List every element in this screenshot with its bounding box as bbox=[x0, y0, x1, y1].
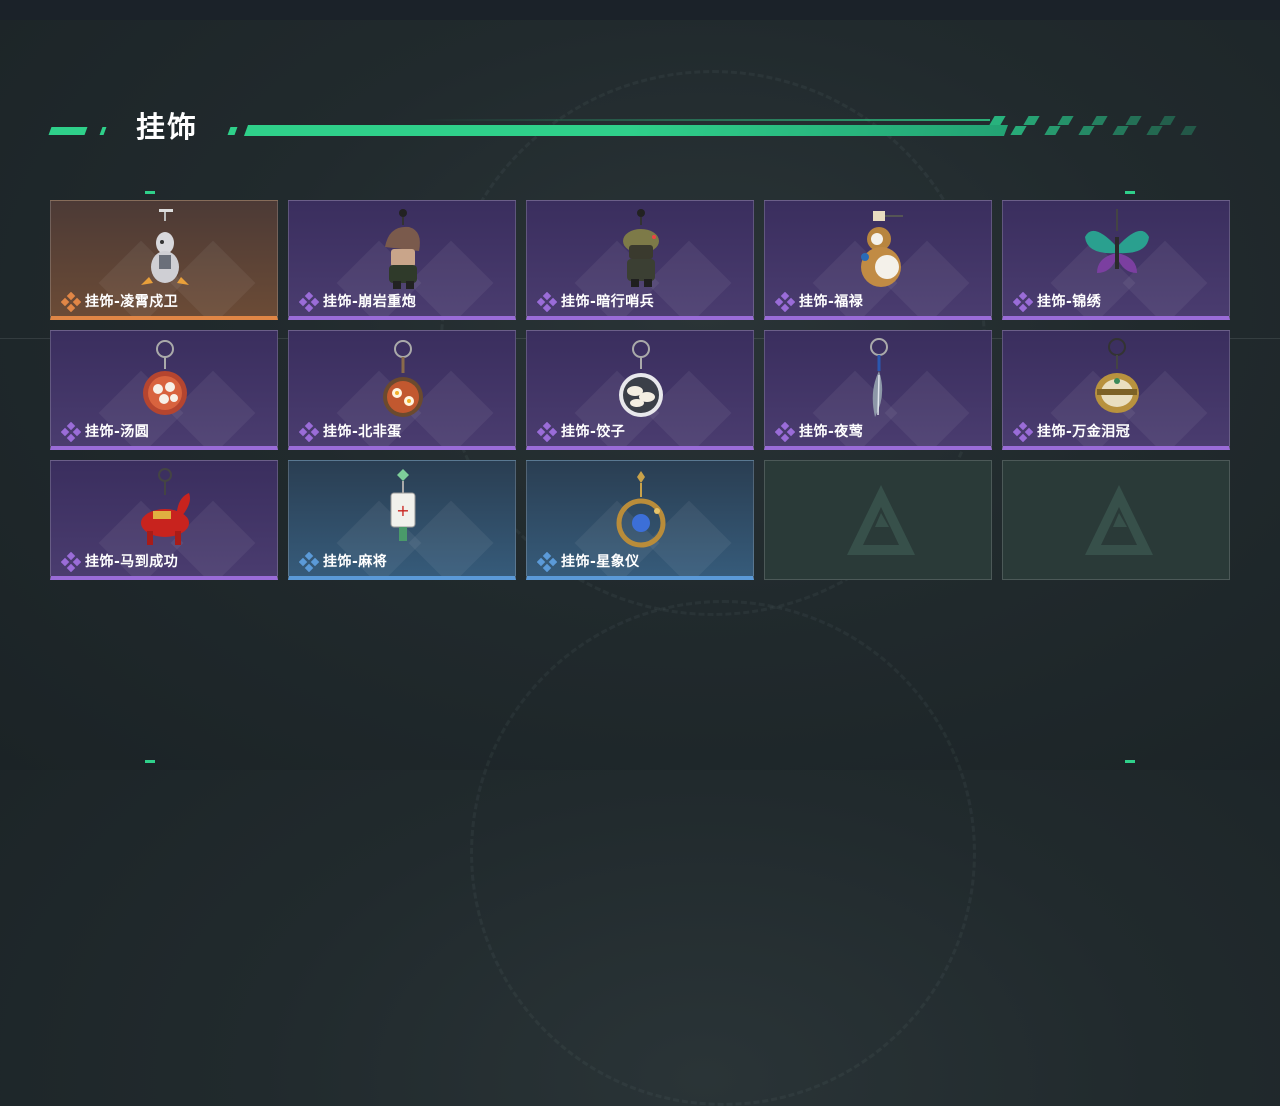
item-card[interactable]: 挂饰-暗行哨兵 bbox=[526, 200, 754, 320]
rarity-purple-icon bbox=[60, 421, 82, 443]
camo-sentry-charm-icon bbox=[591, 207, 691, 293]
gourd-charm-icon bbox=[829, 207, 929, 293]
item-card[interactable]: 挂饰-锦绣 bbox=[1002, 200, 1230, 320]
card-footer: 挂饰-凌霄戍卫 bbox=[60, 291, 179, 313]
header-checker-pattern bbox=[989, 116, 1202, 135]
corner-mark-tl bbox=[145, 191, 155, 194]
section-title: 挂饰 bbox=[136, 110, 199, 144]
card-footer: 挂饰-夜莺 bbox=[774, 421, 864, 443]
background-ring-lower bbox=[470, 600, 976, 1106]
item-name: 挂饰-福禄 bbox=[799, 294, 864, 310]
card-footer: 挂饰-万金泪冠 bbox=[1012, 421, 1131, 443]
empty-slot bbox=[1002, 460, 1230, 580]
svg-text:+: + bbox=[396, 501, 409, 520]
item-card[interactable]: 挂饰-汤圆 bbox=[50, 330, 278, 450]
card-footer: 挂饰-崩岩重炮 bbox=[298, 291, 417, 313]
item-name: 挂饰-凌霄戍卫 bbox=[85, 294, 179, 310]
checker-square bbox=[1044, 126, 1061, 135]
item-card[interactable]: 挂饰-万金泪冠 bbox=[1002, 330, 1230, 450]
rarity-purple-icon bbox=[1012, 291, 1034, 313]
item-card[interactable]: 挂饰-马到成功 bbox=[50, 460, 278, 580]
checker-square bbox=[1091, 116, 1108, 125]
checker-square bbox=[1078, 126, 1095, 135]
item-name: 挂饰-夜莺 bbox=[799, 424, 864, 440]
mahjong-tile-charm-icon: + bbox=[353, 467, 453, 553]
dumpling-plate-charm-icon bbox=[591, 337, 691, 423]
shakshuka-pan-charm-icon bbox=[353, 337, 453, 423]
header-accent-dash-small bbox=[99, 127, 107, 135]
item-card[interactable]: 挂饰-夜莺 bbox=[764, 330, 992, 450]
rarity-purple-icon bbox=[298, 421, 320, 443]
item-name: 挂饰-汤圆 bbox=[85, 424, 150, 440]
card-footer: 挂饰-麻将 bbox=[298, 551, 388, 573]
corner-mark-br bbox=[1125, 760, 1135, 763]
checker-square bbox=[1125, 116, 1142, 125]
item-name: 挂饰-星象仪 bbox=[561, 554, 640, 570]
card-footer: 挂饰-锦绣 bbox=[1012, 291, 1102, 313]
checker-square bbox=[1057, 116, 1074, 125]
item-name: 挂饰-北非蛋 bbox=[323, 424, 402, 440]
card-footer: 挂饰-北非蛋 bbox=[298, 421, 402, 443]
item-name: 挂饰-锦绣 bbox=[1037, 294, 1102, 310]
rock-hat-soldier-charm-icon bbox=[353, 207, 453, 293]
item-card[interactable]: 挂饰-凌霄戍卫 bbox=[50, 200, 278, 320]
checker-square bbox=[1159, 116, 1176, 125]
empty-slot bbox=[764, 460, 992, 580]
item-name: 挂饰-崩岩重炮 bbox=[323, 294, 417, 310]
game-logo-icon bbox=[1083, 483, 1155, 559]
card-footer: 挂饰-福禄 bbox=[774, 291, 864, 313]
rarity-purple-icon bbox=[536, 421, 558, 443]
item-name: 挂饰-马到成功 bbox=[85, 554, 179, 570]
checker-square bbox=[1180, 126, 1197, 135]
corner-mark-bl bbox=[145, 760, 155, 763]
astrolabe-charm-icon bbox=[591, 467, 691, 553]
rarity-blue-icon bbox=[298, 551, 320, 573]
corner-mark-tr bbox=[1125, 191, 1135, 194]
item-name: 挂饰-饺子 bbox=[561, 424, 626, 440]
checker-square bbox=[1112, 126, 1129, 135]
header-thin-line bbox=[420, 119, 990, 121]
header-accent-bar bbox=[243, 125, 1009, 136]
item-card[interactable]: 挂饰-崩岩重炮 bbox=[288, 200, 516, 320]
top-band bbox=[0, 0, 1280, 20]
item-card[interactable]: 挂饰-星象仪 bbox=[526, 460, 754, 580]
item-name: 挂饰-万金泪冠 bbox=[1037, 424, 1131, 440]
checker-square bbox=[1010, 126, 1027, 135]
item-name: 挂饰-麻将 bbox=[323, 554, 388, 570]
header-accent-dash bbox=[48, 127, 88, 135]
rarity-blue-icon bbox=[536, 551, 558, 573]
item-grid: 挂饰-凌霄戍卫 挂饰-崩岩重炮 挂饰-暗行哨兵 挂饰-福禄 挂饰-锦绣 挂饰-汤… bbox=[50, 200, 1230, 580]
card-footer: 挂饰-汤圆 bbox=[60, 421, 150, 443]
item-card[interactable]: 挂饰-福禄 bbox=[764, 200, 992, 320]
feather-charm-icon bbox=[829, 337, 929, 423]
rarity-purple-icon bbox=[1012, 421, 1034, 443]
rarity-purple-icon bbox=[536, 291, 558, 313]
game-logo-icon bbox=[845, 483, 917, 559]
item-card[interactable]: + 挂饰-麻将 bbox=[288, 460, 516, 580]
card-footer: 挂饰-饺子 bbox=[536, 421, 626, 443]
rarity-purple-icon bbox=[774, 421, 796, 443]
card-footer: 挂饰-暗行哨兵 bbox=[536, 291, 655, 313]
item-card[interactable]: 挂饰-饺子 bbox=[526, 330, 754, 450]
card-footer: 挂饰-星象仪 bbox=[536, 551, 640, 573]
butterfly-charm-icon bbox=[1067, 207, 1167, 293]
checker-square bbox=[989, 116, 1006, 125]
red-horse-charm-icon bbox=[115, 467, 215, 553]
golden-crown-charm-icon bbox=[1067, 337, 1167, 423]
rice-ball-bowl-charm-icon bbox=[115, 337, 215, 423]
rarity-purple-icon bbox=[60, 551, 82, 573]
item-card[interactable]: 挂饰-北非蛋 bbox=[288, 330, 516, 450]
armored-bird-charm-icon bbox=[115, 207, 215, 293]
card-footer: 挂饰-马到成功 bbox=[60, 551, 179, 573]
rarity-orange-icon bbox=[60, 291, 82, 313]
checker-square bbox=[1023, 116, 1040, 125]
rarity-purple-icon bbox=[774, 291, 796, 313]
checker-square bbox=[1146, 126, 1163, 135]
item-name: 挂饰-暗行哨兵 bbox=[561, 294, 655, 310]
rarity-purple-icon bbox=[298, 291, 320, 313]
header-accent-dash-mid bbox=[227, 127, 238, 135]
